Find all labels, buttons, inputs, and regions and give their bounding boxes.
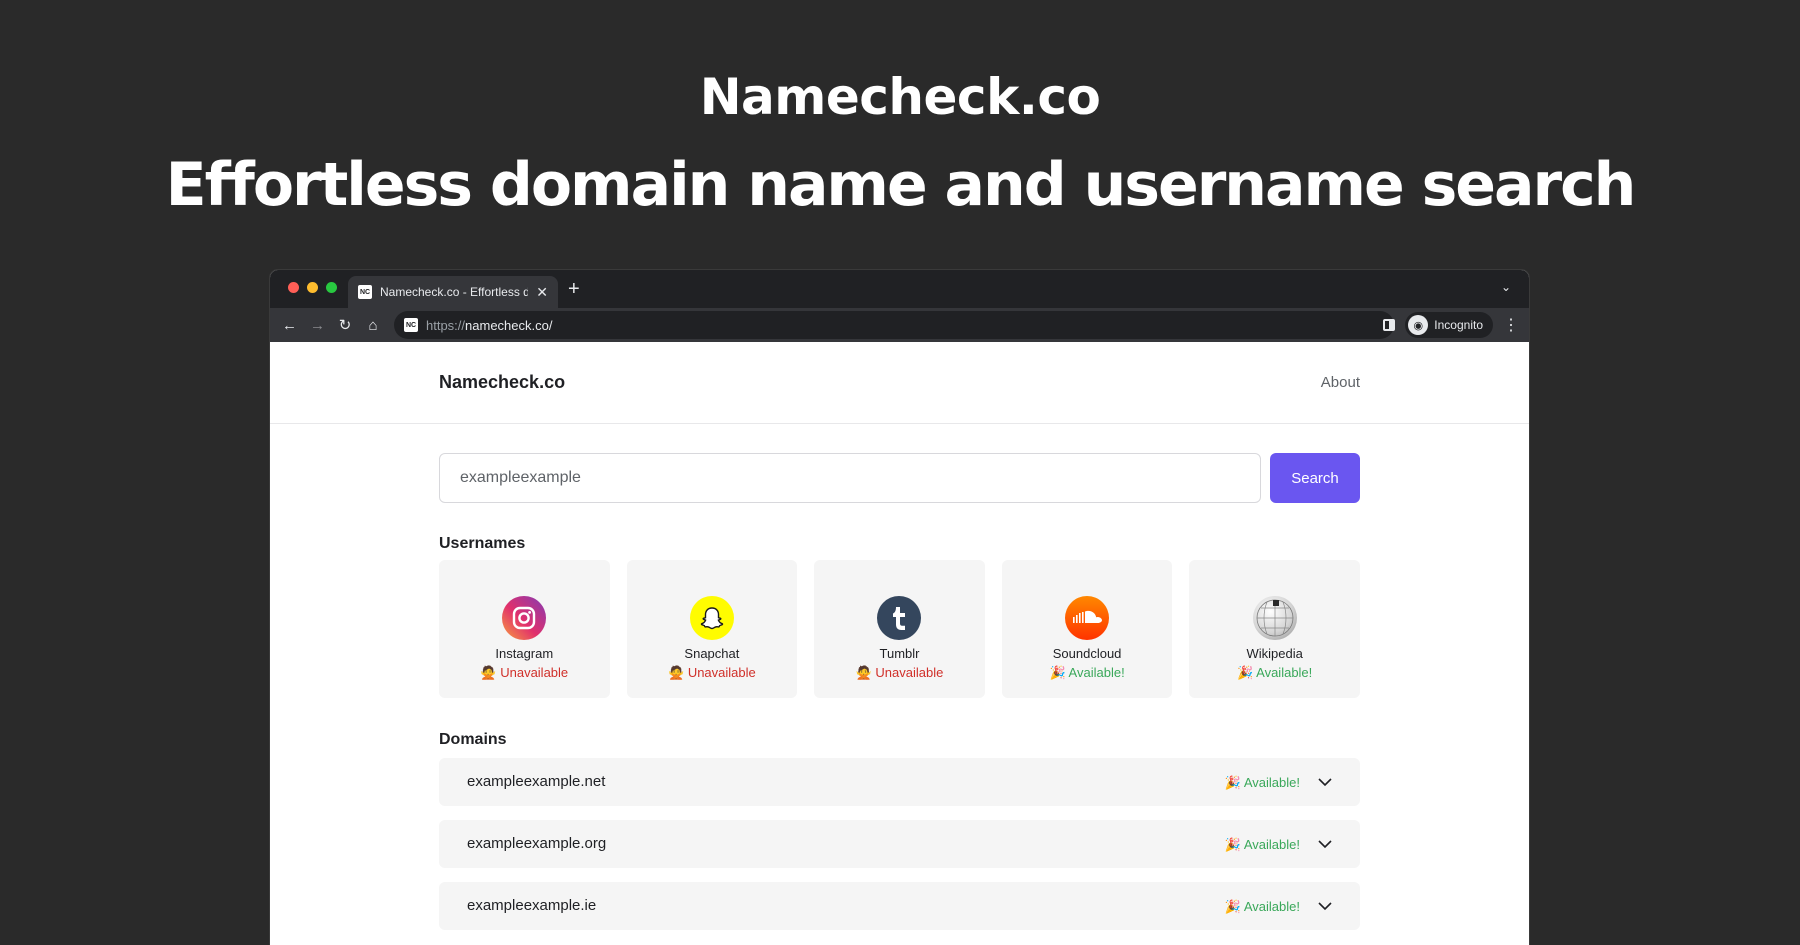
search-form: Search <box>439 453 1360 503</box>
domain-status: 🎉 Available! <box>1224 899 1300 914</box>
home-icon[interactable]: ⌂ <box>366 317 380 334</box>
username-cards: Instagram 🙅 Unavailable Snapchat 🙅 Unava… <box>439 560 1360 698</box>
close-window-button[interactable] <box>288 282 299 293</box>
usernames-heading: Usernames <box>439 535 526 552</box>
wikipedia-icon <box>1252 596 1297 640</box>
domain-name: exampleexample.net <box>467 773 606 790</box>
web-page: Namecheck.co About Search Usernames Inst… <box>270 342 1529 945</box>
incognito-badge[interactable]: ◉ Incognito <box>1405 312 1493 338</box>
close-tab-icon[interactable]: ✕ <box>536 284 548 301</box>
tumblr-icon <box>877 596 922 640</box>
incognito-icon: ◉ <box>1408 315 1429 335</box>
search-input[interactable] <box>439 453 1261 503</box>
site-header: Namecheck.co About <box>270 342 1529 424</box>
side-panel-icon[interactable] <box>1383 319 1396 331</box>
hero-title: Effortless domain name and username sear… <box>165 150 1637 220</box>
username-card-name: Instagram <box>495 646 554 661</box>
url-scheme: https:// <box>426 317 466 333</box>
username-card-name: Wikipedia <box>1246 646 1303 661</box>
chevron-down-icon[interactable] <box>1318 837 1332 851</box>
username-card-status: 🙅 Unavailable <box>480 665 569 680</box>
maximize-window-button[interactable] <box>326 282 337 293</box>
username-card-name: Snapchat <box>684 646 740 661</box>
incognito-label: Incognito <box>1434 318 1483 332</box>
favicon-icon: NC <box>358 285 372 299</box>
forward-arrow-icon[interactable]: → <box>310 317 325 334</box>
tab-search-chevron-icon[interactable]: ⌄ <box>1501 280 1511 294</box>
username-card-status: 🙅 Unavailable <box>855 665 944 680</box>
username-card-status: 🎉 Available! <box>1237 665 1313 680</box>
new-tab-icon[interactable]: + <box>568 278 580 301</box>
username-card-tumblr[interactable]: Tumblr 🙅 Unavailable <box>814 560 985 698</box>
soundcloud-icon <box>1065 596 1110 640</box>
tab-strip: NC Namecheck.co - Effortless domain name… <box>270 270 1529 308</box>
username-card-name: Tumblr <box>879 646 920 661</box>
tab-title: Namecheck.co - Effortless domain name an… <box>380 285 529 299</box>
toolbar-right: ◉ Incognito ⋮ <box>1383 312 1519 338</box>
site-favicon-icon: NC <box>404 318 418 332</box>
snapchat-icon <box>689 596 734 640</box>
username-card-instagram[interactable]: Instagram 🙅 Unavailable <box>439 560 610 698</box>
browser-tab[interactable]: NC Namecheck.co - Effortless domain name… <box>348 276 558 308</box>
minimize-window-button[interactable] <box>307 282 318 293</box>
username-card-wikipedia[interactable]: Wikipedia 🎉 Available! <box>1189 560 1360 698</box>
search-button[interactable]: Search <box>1270 453 1360 503</box>
hero-brand: Namecheck.co <box>699 68 1101 126</box>
domain-row[interactable]: exampleexample.org 🎉 Available! <box>439 820 1360 868</box>
browser-window: NC Namecheck.co - Effortless domain name… <box>270 270 1529 945</box>
nav-about-link[interactable]: About <box>1321 374 1360 391</box>
domain-row[interactable]: exampleexample.net 🎉 Available! <box>439 758 1360 806</box>
chevron-down-icon[interactable] <box>1318 899 1332 913</box>
back-arrow-icon[interactable]: ← <box>282 317 297 334</box>
domain-list: exampleexample.net 🎉 Available! examplee… <box>439 758 1360 944</box>
domain-name: exampleexample.org <box>467 835 607 852</box>
username-card-status: 🙅 Unavailable <box>668 665 756 680</box>
browser-menu-icon[interactable]: ⋮ <box>1503 315 1519 335</box>
instagram-icon <box>502 596 547 640</box>
domain-status: 🎉 Available! <box>1224 775 1300 790</box>
username-card-name: Soundcloud <box>1052 646 1122 661</box>
reload-icon[interactable]: ↻ <box>338 316 352 334</box>
address-bar[interactable]: NC https://namecheck.co/ <box>394 311 1394 339</box>
url-host: namecheck.co/ <box>465 317 553 333</box>
domain-row[interactable]: exampleexample.ie 🎉 Available! <box>439 882 1360 930</box>
chevron-down-icon[interactable] <box>1318 775 1332 789</box>
browser-toolbar: ← → ↻ ⌂ NC https://namecheck.co/ ◉ Incog… <box>270 308 1529 342</box>
domain-status: 🎉 Available! <box>1224 837 1300 852</box>
domain-name: exampleexample.ie <box>467 897 597 914</box>
username-card-status: 🎉 Available! <box>1049 665 1125 680</box>
username-card-snapchat[interactable]: Snapchat 🙅 Unavailable <box>626 560 798 698</box>
username-card-soundcloud[interactable]: Soundcloud 🎉 Available! <box>1001 560 1173 698</box>
domains-heading: Domains <box>439 731 507 748</box>
site-logo[interactable]: Namecheck.co <box>439 372 565 393</box>
window-controls <box>288 282 337 293</box>
